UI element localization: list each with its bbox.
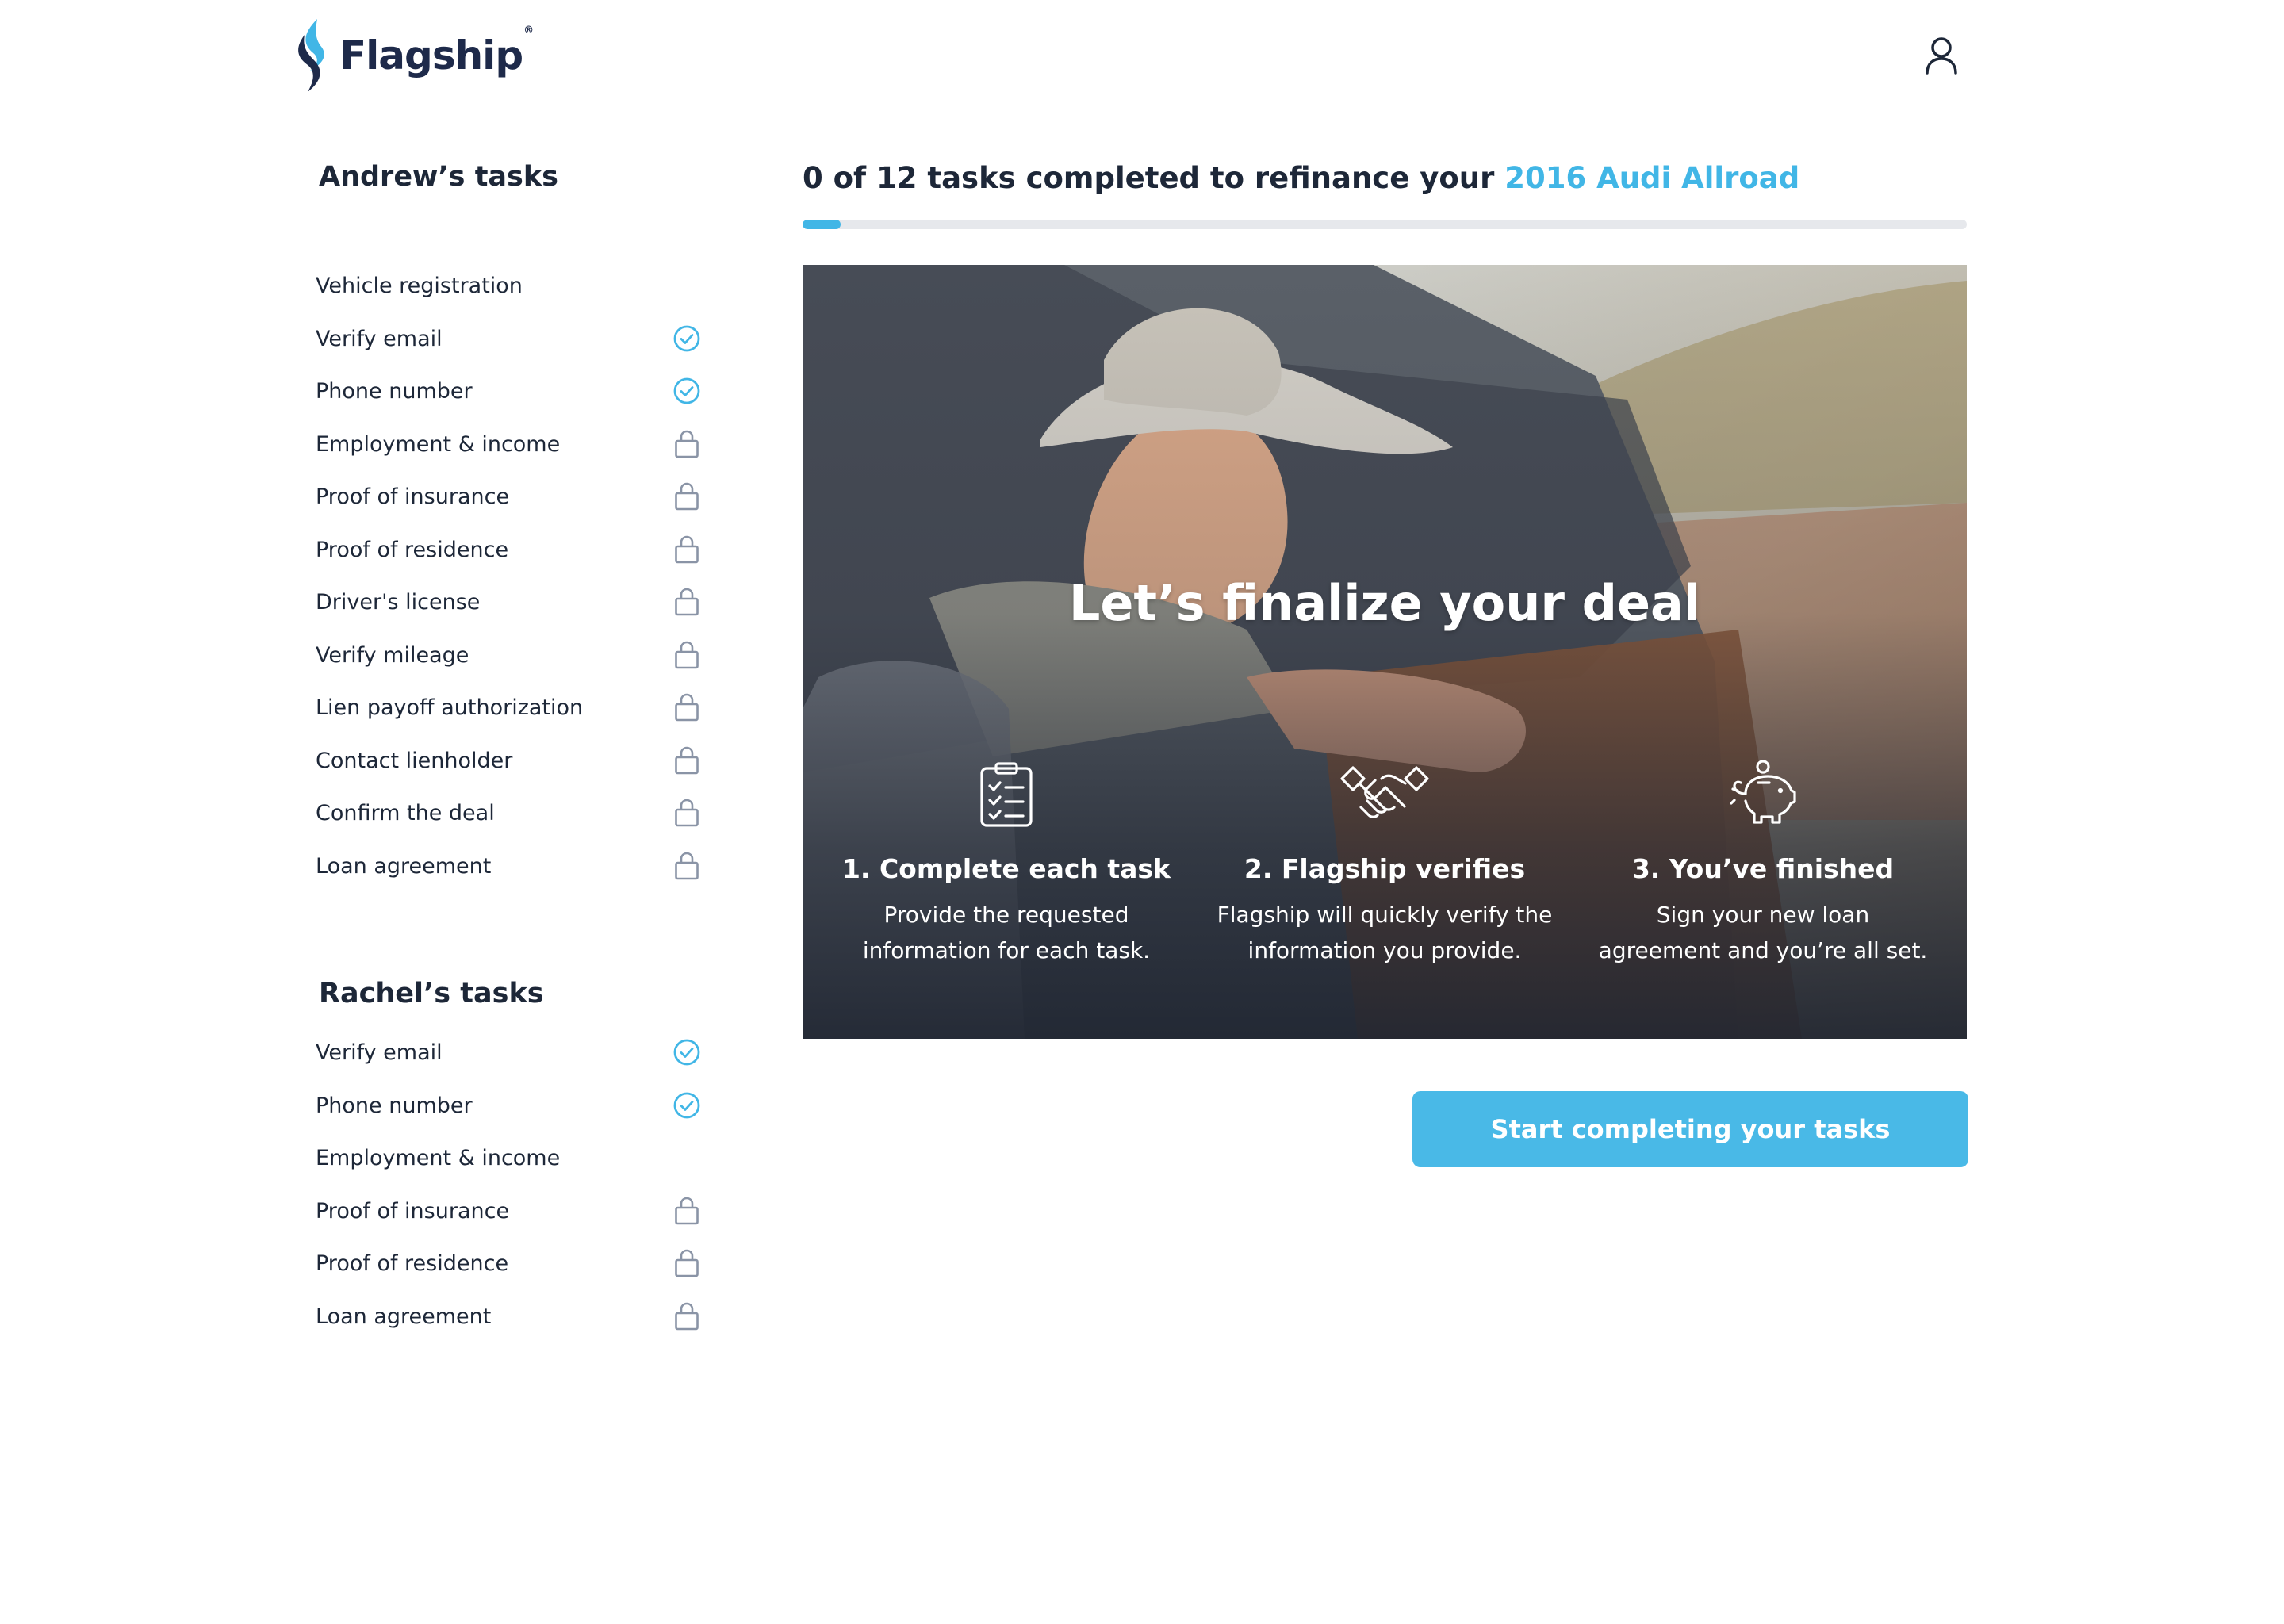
- step-finished: 3. You’ve finished Sign your new loan ag…: [1577, 756, 1949, 968]
- task-item[interactable]: Employment & income: [316, 1132, 712, 1184]
- progress-bar: [803, 220, 1967, 229]
- task-label: Verify email: [316, 1040, 443, 1065]
- task-item[interactable]: Confirm the deal: [316, 787, 712, 839]
- task-item[interactable]: Proof of residence: [316, 523, 712, 576]
- lock-icon: [671, 787, 703, 839]
- task-label: Proof of residence: [316, 537, 509, 562]
- logo-wordmark: Flagship®: [339, 25, 534, 79]
- clipboard-checklist-icon: [980, 762, 1033, 827]
- task-label: Loan agreement: [316, 1304, 492, 1329]
- task-label: Verify mileage: [316, 642, 469, 668]
- lock-icon: [671, 1185, 703, 1237]
- lock-icon: [671, 418, 703, 470]
- task-item[interactable]: Employment & income: [316, 418, 712, 470]
- task-label: Contact lienholder: [316, 748, 513, 773]
- step-flagship-verifies: 2. Flagship verifies Flagship will quick…: [1198, 756, 1571, 968]
- step-title: 2. Flagship verifies: [1244, 853, 1526, 884]
- hero-banner: Let’s finalize your deal 1. Complete eac…: [803, 265, 1967, 1039]
- user-account-button[interactable]: [1922, 35, 1960, 76]
- start-tasks-button[interactable]: Start completing your tasks: [1412, 1091, 1968, 1167]
- handshake-icon: [1340, 766, 1429, 818]
- task-item[interactable]: Verify mileage: [316, 629, 712, 681]
- lock-icon: [671, 734, 703, 787]
- task-item[interactable]: Vehicle registration: [316, 259, 712, 312]
- task-item[interactable]: Contact lienholder: [316, 734, 712, 787]
- task-label: Verify email: [316, 326, 443, 351]
- user-icon: [1926, 37, 1957, 75]
- task-label: Phone number: [316, 1093, 473, 1118]
- task-label: Proof of insurance: [316, 484, 510, 509]
- lock-icon: [671, 576, 703, 628]
- task-group-title: Andrew’s tasks: [319, 161, 558, 193]
- task-label: Phone number: [316, 378, 473, 404]
- check-circle-icon: [671, 1079, 703, 1132]
- task-label: Proof of insurance: [316, 1198, 510, 1224]
- task-item[interactable]: Verify email: [316, 312, 712, 365]
- lock-icon: [671, 470, 703, 523]
- progress-bar-fill: [803, 220, 841, 229]
- task-label: Employment & income: [316, 431, 561, 457]
- task-label: Employment & income: [316, 1145, 561, 1170]
- task-label: Driver's license: [316, 589, 481, 615]
- task-item[interactable]: Loan agreement: [316, 1290, 712, 1342]
- task-label: Loan agreement: [316, 853, 492, 879]
- task-item[interactable]: Lien payoff authorization: [316, 681, 712, 733]
- progress-title-text: 0 of 12 tasks completed to refinance you…: [803, 161, 1505, 195]
- flag-logo-icon: [298, 19, 324, 92]
- check-circle-icon: [671, 1026, 703, 1078]
- task-item[interactable]: Verify email: [316, 1026, 712, 1078]
- lock-icon: [671, 681, 703, 733]
- piggy-bank-icon: [1730, 760, 1796, 824]
- task-label: Confirm the deal: [316, 800, 495, 825]
- step-complete-tasks: 1. Complete each task Provide the reques…: [820, 756, 1193, 968]
- step-description: Flagship will quickly verify the informa…: [1217, 902, 1553, 963]
- step-title: 1. Complete each task: [841, 853, 1171, 884]
- task-label: Lien payoff authorization: [316, 695, 584, 720]
- check-circle-icon: [671, 312, 703, 365]
- task-item[interactable]: Phone number: [316, 1079, 712, 1132]
- lock-icon: [671, 523, 703, 576]
- task-item[interactable]: Proof of insurance: [316, 470, 712, 523]
- step-description: Sign your new loan agreement and you’re …: [1598, 902, 1928, 963]
- lock-icon: [671, 1290, 703, 1342]
- task-item[interactable]: Proof of residence: [316, 1237, 712, 1289]
- step-description: Provide the requested information for ea…: [862, 902, 1151, 963]
- hero-heading: Let’s finalize your deal: [1068, 574, 1701, 632]
- vehicle-name: 2016 Audi Allroad: [1504, 161, 1800, 195]
- lock-icon: [671, 1237, 703, 1289]
- task-item[interactable]: Phone number: [316, 365, 712, 417]
- check-circle-icon: [671, 365, 703, 417]
- flagship-logo[interactable]: Flagship®: [293, 17, 534, 94]
- task-label: Vehicle registration: [316, 273, 523, 298]
- lock-icon: [671, 840, 703, 892]
- task-group-title: Rachel’s tasks: [319, 978, 544, 1009]
- task-item[interactable]: Proof of insurance: [316, 1185, 712, 1237]
- lock-icon: [671, 629, 703, 681]
- task-item[interactable]: Driver's license: [316, 576, 712, 628]
- task-item[interactable]: Loan agreement: [316, 840, 712, 892]
- task-label: Proof of residence: [316, 1251, 509, 1276]
- step-title: 3. You’ve finished: [1631, 853, 1895, 884]
- progress-title: 0 of 12 tasks completed to refinance you…: [803, 161, 1799, 195]
